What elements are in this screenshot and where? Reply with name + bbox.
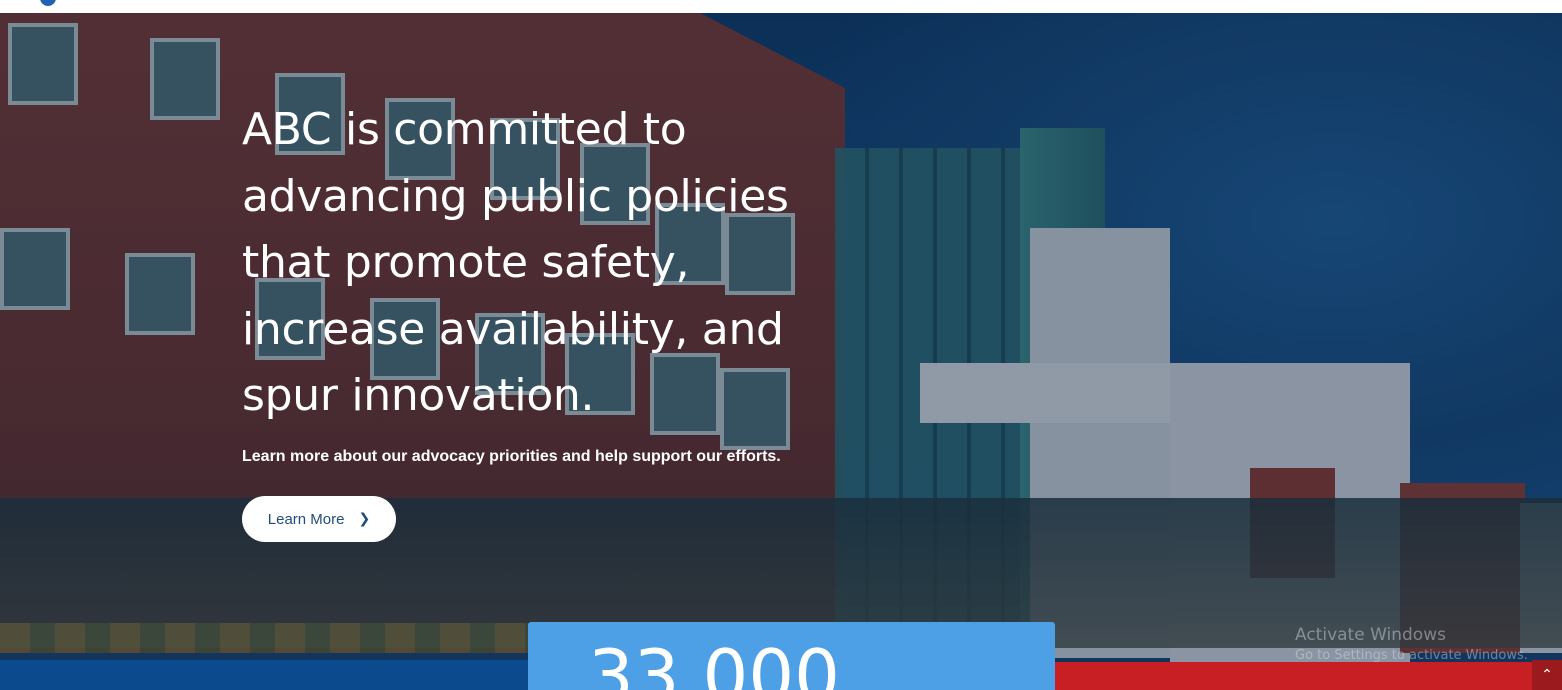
hero-content: ABC is committed to advancing public pol…: [242, 97, 822, 542]
hero-subtext: Learn more about our advocacy priorities…: [242, 447, 781, 465]
learn-more-button[interactable]: Learn More ❯: [242, 496, 396, 542]
activation-watermark: Activate Windows Go to Settings to activ…: [1295, 624, 1528, 666]
stat-band-blue: [0, 660, 528, 690]
stat-band-red: [1055, 662, 1562, 690]
chevron-right-icon: ❯: [358, 511, 371, 527]
chevron-up-icon: ⌃: [1541, 667, 1553, 683]
stat-card: 33,000: [528, 622, 1055, 690]
logo-icon[interactable]: [40, 0, 56, 6]
hero-headline: ABC is committed to advancing public pol…: [242, 104, 789, 421]
learn-more-label: Learn More: [267, 510, 345, 528]
scroll-to-top-button[interactable]: ⌃: [1532, 660, 1562, 690]
stat-number: 33,000: [588, 634, 840, 690]
site-header: [0, 0, 1562, 13]
watermark-title: Activate Windows: [1295, 625, 1446, 645]
watermark-subtitle: Go to Settings to activate Windows.: [1295, 648, 1528, 663]
